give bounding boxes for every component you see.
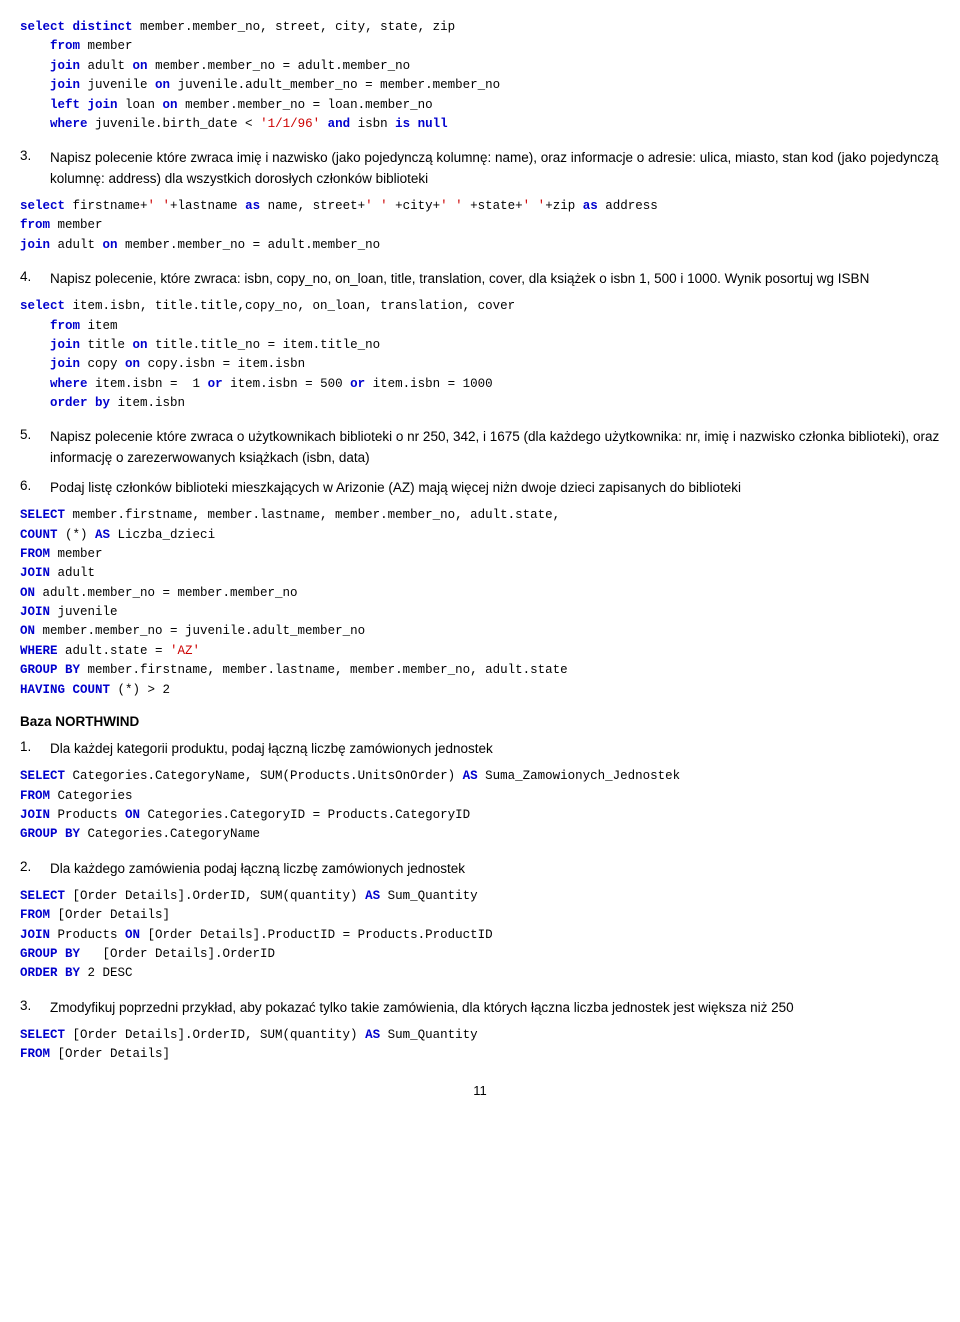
northwind-2-heading: 2. Dla każdego zamówienia podaj łączną l… (20, 859, 940, 879)
section-5-heading: 5. Napisz polecenie które zwraca o użytk… (20, 427, 940, 468)
northwind-3-heading: 3. Zmodyfikuj poprzedni przykład, aby po… (20, 998, 940, 1018)
northwind-2-number: 2. (20, 859, 50, 879)
section-6-desc: Podaj listę członków biblioteki mieszkaj… (50, 478, 741, 498)
northwind-2-desc: Dla każdego zamówienia podaj łączną licz… (50, 859, 465, 879)
code-block-n2: SELECT [Order Details].OrderID, SUM(quan… (20, 887, 940, 984)
section-6-number: 6. (20, 478, 50, 498)
page-number: 11 (20, 1083, 940, 1098)
section-5-desc: Napisz polecenie które zwraca o użytkown… (50, 427, 940, 468)
northwind-3-desc: Zmodyfikuj poprzedni przykład, aby pokaz… (50, 998, 794, 1018)
code-block-n3: SELECT [Order Details].OrderID, SUM(quan… (20, 1026, 940, 1065)
section-3-desc: Napisz polecenie które zwraca imię i naz… (50, 148, 940, 189)
code-block-3: select firstname+' '+lastname as name, s… (20, 197, 940, 255)
northwind-1-heading: 1. Dla każdej kategorii produktu, podaj … (20, 739, 940, 759)
northwind-3-number: 3. (20, 998, 50, 1018)
code-block-n1: SELECT Categories.CategoryName, SUM(Prod… (20, 767, 940, 845)
code-block-1: select distinct member.member_no, street… (20, 18, 940, 134)
northwind-1-desc: Dla każdej kategorii produktu, podaj łąc… (50, 739, 493, 759)
section-5-number: 5. (20, 427, 50, 468)
baza-northwind-heading: Baza NORTHWIND (20, 714, 940, 729)
northwind-1-number: 1. (20, 739, 50, 759)
section-3-heading: 3. Napisz polecenie które zwraca imię i … (20, 148, 940, 189)
section-4-desc: Napisz polecenie, które zwraca: isbn, co… (50, 269, 869, 289)
section-6-heading: 6. Podaj listę członków biblioteki miesz… (20, 478, 940, 498)
section-3-number: 3. (20, 148, 50, 189)
section-4-number: 4. (20, 269, 50, 289)
code-block-6: SELECT member.firstname, member.lastname… (20, 506, 940, 700)
code-block-4: select item.isbn, title.title,copy_no, o… (20, 297, 940, 413)
section-4-heading: 4. Napisz polecenie, które zwraca: isbn,… (20, 269, 940, 289)
